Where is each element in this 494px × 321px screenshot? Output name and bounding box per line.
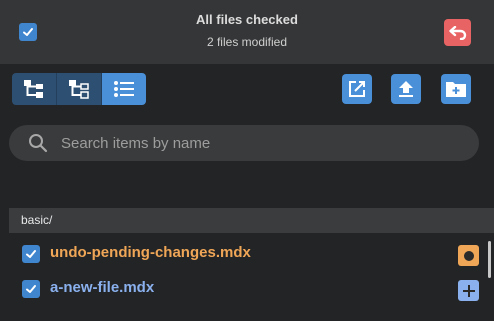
undo-icon bbox=[448, 25, 466, 40]
added-status-badge bbox=[458, 280, 479, 301]
modified-status-badge bbox=[458, 245, 479, 266]
file-row[interactable]: undo-pending-changes.mdx bbox=[0, 238, 494, 268]
checkmark-icon bbox=[26, 285, 36, 293]
checkmark-icon bbox=[26, 250, 36, 258]
tree-view-expanded-button[interactable] bbox=[57, 73, 102, 105]
new-folder-button[interactable] bbox=[441, 74, 471, 104]
file-name[interactable]: undo-pending-changes.mdx bbox=[50, 244, 251, 261]
open-external-button[interactable] bbox=[342, 74, 372, 104]
status-header: All files checked 2 files modified bbox=[0, 0, 494, 64]
search-icon bbox=[29, 134, 48, 153]
status-subtitle: 2 files modified bbox=[206, 35, 288, 49]
file-checkbox[interactable] bbox=[22, 245, 40, 263]
tree-collapsed-icon bbox=[24, 80, 43, 98]
list-view-button[interactable] bbox=[102, 73, 146, 105]
tree-view-collapsed-button[interactable] bbox=[12, 73, 57, 105]
scrollbar[interactable] bbox=[488, 241, 491, 278]
list-icon bbox=[114, 81, 134, 97]
file-row[interactable]: a-new-file.mdx bbox=[0, 274, 494, 304]
status-title: All files checked bbox=[196, 12, 298, 27]
view-mode-toggle bbox=[12, 73, 146, 105]
plus-icon bbox=[462, 284, 475, 297]
file-checkbox[interactable] bbox=[22, 280, 40, 298]
tree-expanded-icon bbox=[69, 80, 89, 99]
status-summary: All files checked 2 files modified bbox=[0, 11, 494, 51]
search-input[interactable] bbox=[61, 125, 461, 161]
search-bar bbox=[9, 125, 479, 161]
upload-button[interactable] bbox=[391, 74, 421, 104]
upload-icon bbox=[399, 81, 413, 97]
undo-all-button[interactable] bbox=[444, 19, 471, 46]
open-external-icon bbox=[349, 81, 365, 97]
folder-header[interactable]: basic/ bbox=[9, 208, 494, 233]
folder-label: basic/ bbox=[21, 213, 53, 227]
new-folder-icon bbox=[446, 82, 466, 97]
file-name[interactable]: a-new-file.mdx bbox=[50, 279, 154, 296]
modified-dot-icon bbox=[463, 250, 474, 261]
